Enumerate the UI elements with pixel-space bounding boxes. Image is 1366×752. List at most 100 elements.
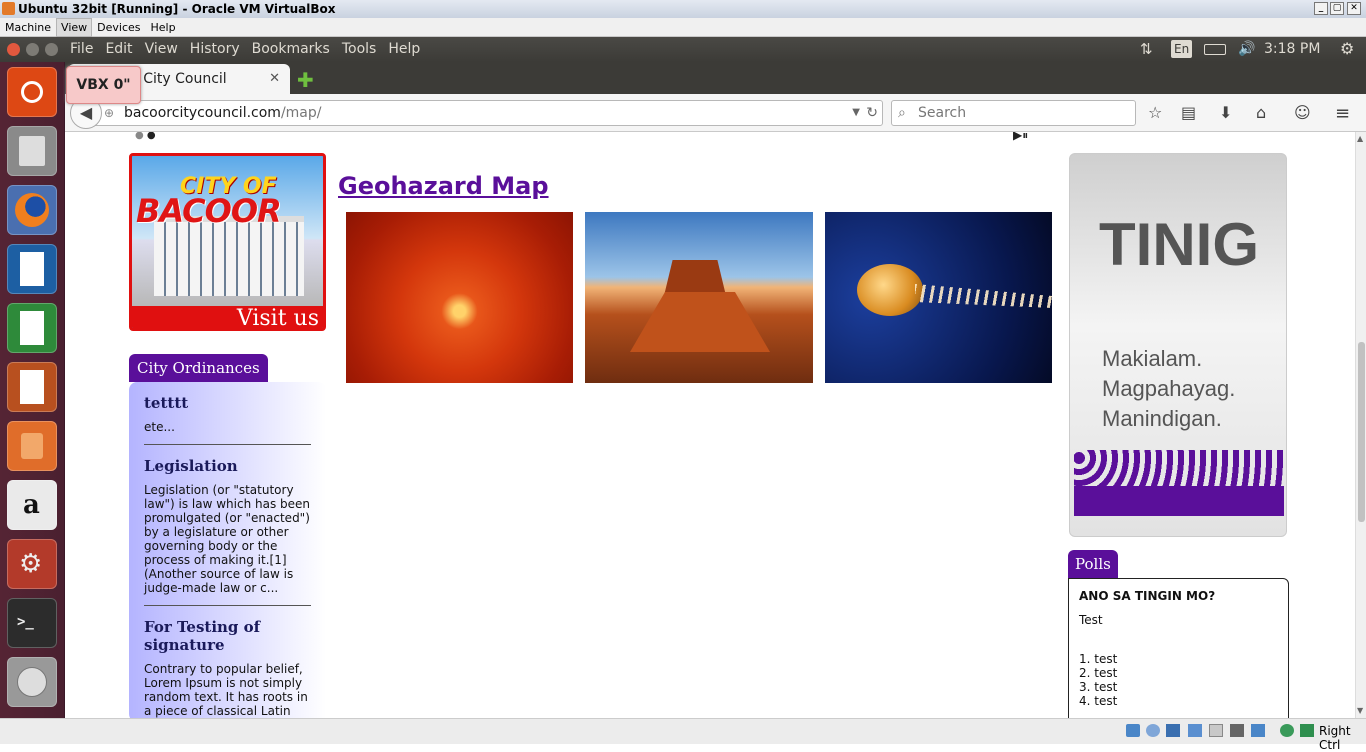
amazon-icon[interactable]: a (7, 480, 57, 530)
poll-question: ANO SA TINGIN MO? (1079, 589, 1216, 603)
menu-view[interactable]: View (56, 18, 93, 37)
new-tab-icon[interactable]: ✚ (297, 68, 314, 92)
menu-help[interactable]: Help (388, 41, 420, 57)
slider-play-pause-icon[interactable]: ▶⏸ (1013, 132, 1028, 143)
mouse-integration-icon[interactable] (1300, 724, 1314, 737)
volume-icon[interactable]: 🔊 (1238, 37, 1255, 61)
url-bar[interactable]: ⊕ bacoorcitycouncil.com/map/ ▼ ↻ (75, 100, 883, 126)
ordinance-excerpt: Legislation (or "statutory law") is law … (144, 483, 311, 595)
reading-list-icon[interactable]: ▤ (1181, 103, 1196, 122)
network-adapter-icon[interactable] (1188, 724, 1202, 737)
vt-x-icon[interactable] (1280, 724, 1294, 737)
ordinance-title[interactable]: tetttt (144, 394, 311, 412)
page-scrollbar[interactable]: ▲ ▼ (1355, 132, 1366, 718)
gear-icon[interactable]: ⚙ (1340, 37, 1354, 61)
search-input[interactable]: ⌕ Search (891, 100, 1136, 126)
battery-icon[interactable] (1204, 44, 1226, 55)
chat-icon[interactable]: ☺ (1294, 103, 1311, 122)
divider (144, 605, 311, 606)
poll-options: 1. test 2. test 3. test 4. test (1079, 652, 1278, 708)
menu-devices[interactable]: Devices (92, 18, 145, 37)
calc-icon[interactable] (7, 303, 57, 353)
menu-bookmarks[interactable]: Bookmarks (252, 41, 330, 57)
menu-file[interactable]: File (70, 41, 93, 57)
vbox-titlebar: Ubuntu 32bit [Running] - Oracle VM Virtu… (0, 0, 1366, 18)
banner-line2: BACOOR (136, 192, 282, 230)
dvd-icon[interactable] (7, 657, 57, 707)
optical-drive-icon[interactable] (1146, 724, 1160, 737)
menu-view[interactable]: View (145, 41, 178, 57)
ordinance-title[interactable]: Legislation (144, 457, 311, 475)
clock[interactable]: 3:18 PM (1264, 37, 1328, 61)
slider-dots[interactable]: ● ● (135, 132, 156, 141)
tinig-line: Manindigan. (1102, 406, 1222, 431)
menu-help[interactable]: Help (146, 18, 181, 37)
jellyfish-image[interactable] (825, 212, 1052, 383)
minimize-button[interactable]: _ (1314, 2, 1328, 15)
page-title[interactable]: Geohazard Map (338, 172, 549, 200)
crowd-silhouette (1074, 450, 1284, 516)
files-icon[interactable] (7, 126, 57, 176)
site-info-icon[interactable]: ⊕ (104, 101, 114, 125)
dropdown-icon[interactable]: ▼ (852, 101, 860, 125)
ordinance-excerpt: ete... (144, 420, 175, 434)
bookmark-star-icon[interactable]: ☆ (1148, 103, 1162, 122)
software-center-icon[interactable] (7, 421, 57, 471)
unity-launcher: a ⚙ >_ (0, 62, 65, 718)
poll-option[interactable]: 2. test (1079, 666, 1278, 680)
impress-icon[interactable] (7, 362, 57, 412)
home-icon[interactable]: ⌂ (1256, 103, 1266, 122)
writer-icon[interactable] (7, 244, 57, 294)
window-maximize-icon[interactable] (45, 43, 58, 56)
scroll-down-icon[interactable]: ▼ (1357, 706, 1363, 715)
poll-option[interactable]: 3. test (1079, 680, 1278, 694)
display-icon[interactable] (1230, 724, 1244, 737)
scroll-up-icon[interactable]: ▲ (1357, 134, 1363, 143)
menu-machine[interactable]: Machine (0, 18, 56, 37)
vbox-menubar: Machine View Devices Help (0, 18, 1366, 37)
search-icon: ⌕ (898, 105, 906, 121)
menu-icon[interactable]: ≡ (1335, 103, 1350, 124)
keyboard-layout-indicator[interactable]: En (1171, 40, 1193, 58)
polls-tab[interactable]: Polls (1068, 550, 1118, 578)
tinig-slogan: Makialam. Magpahayag. Manindigan. (1102, 344, 1235, 434)
city-of-bacoor-banner[interactable]: CITY OF BACOOR Visit us (129, 153, 326, 331)
firefox-icon[interactable] (7, 185, 57, 235)
back-arrow-icon: ◀ (79, 103, 93, 122)
menu-edit[interactable]: Edit (105, 41, 132, 57)
close-button[interactable]: ✕ (1347, 2, 1361, 15)
maximize-button[interactable]: ▢ (1330, 2, 1344, 15)
poll-subtext: Test (1079, 613, 1103, 627)
download-icon[interactable]: ⬇ (1219, 103, 1232, 122)
usb-icon[interactable] (1166, 724, 1180, 737)
terminal-icon[interactable]: >_ (7, 598, 57, 648)
window-close-icon[interactable] (7, 43, 20, 56)
network-icon[interactable]: ⇅ (1140, 37, 1153, 61)
system-settings-icon[interactable]: ⚙ (7, 539, 57, 589)
ubuntu-dash-icon[interactable] (7, 67, 57, 117)
tinig-line: Magpahayag. (1102, 376, 1236, 401)
reload-icon[interactable]: ↻ (866, 101, 878, 125)
host-key-label: Right Ctrl (1319, 724, 1351, 752)
ordinance-title[interactable]: For Testing of signature (144, 618, 311, 654)
tinig-advertisement[interactable]: TINIG Makialam. Magpahayag. Manindigan. (1069, 153, 1287, 537)
desert-image[interactable] (585, 212, 813, 383)
poll-option[interactable]: 4. test (1079, 694, 1278, 708)
firefox-menubar: File Edit View History Bookmarks Tools Help (70, 37, 432, 62)
poll-option[interactable]: 1. test (1079, 652, 1278, 666)
menu-tools[interactable]: Tools (342, 41, 377, 57)
tinig-line: Makialam. (1102, 346, 1203, 371)
shared-folders-icon[interactable] (1209, 724, 1223, 737)
city-ordinances-tab[interactable]: City Ordinances (129, 354, 268, 382)
ubuntu-top-panel: File Edit View History Bookmarks Tools Help ⇅ … (0, 37, 1366, 62)
url-domain: bacoorcitycouncil.com (124, 105, 281, 121)
tab-close-icon[interactable]: ✕ (269, 64, 280, 94)
tinig-title: TINIG (1099, 211, 1259, 278)
video-capture-icon[interactable] (1251, 724, 1265, 737)
hard-disk-icon[interactable] (1126, 724, 1140, 737)
chrysanthemum-image[interactable] (346, 212, 573, 383)
vbox-statusbar: Right Ctrl (0, 718, 1366, 752)
window-minimize-icon[interactable] (26, 43, 39, 56)
scroll-thumb[interactable] (1358, 342, 1365, 522)
menu-history[interactable]: History (190, 41, 240, 57)
